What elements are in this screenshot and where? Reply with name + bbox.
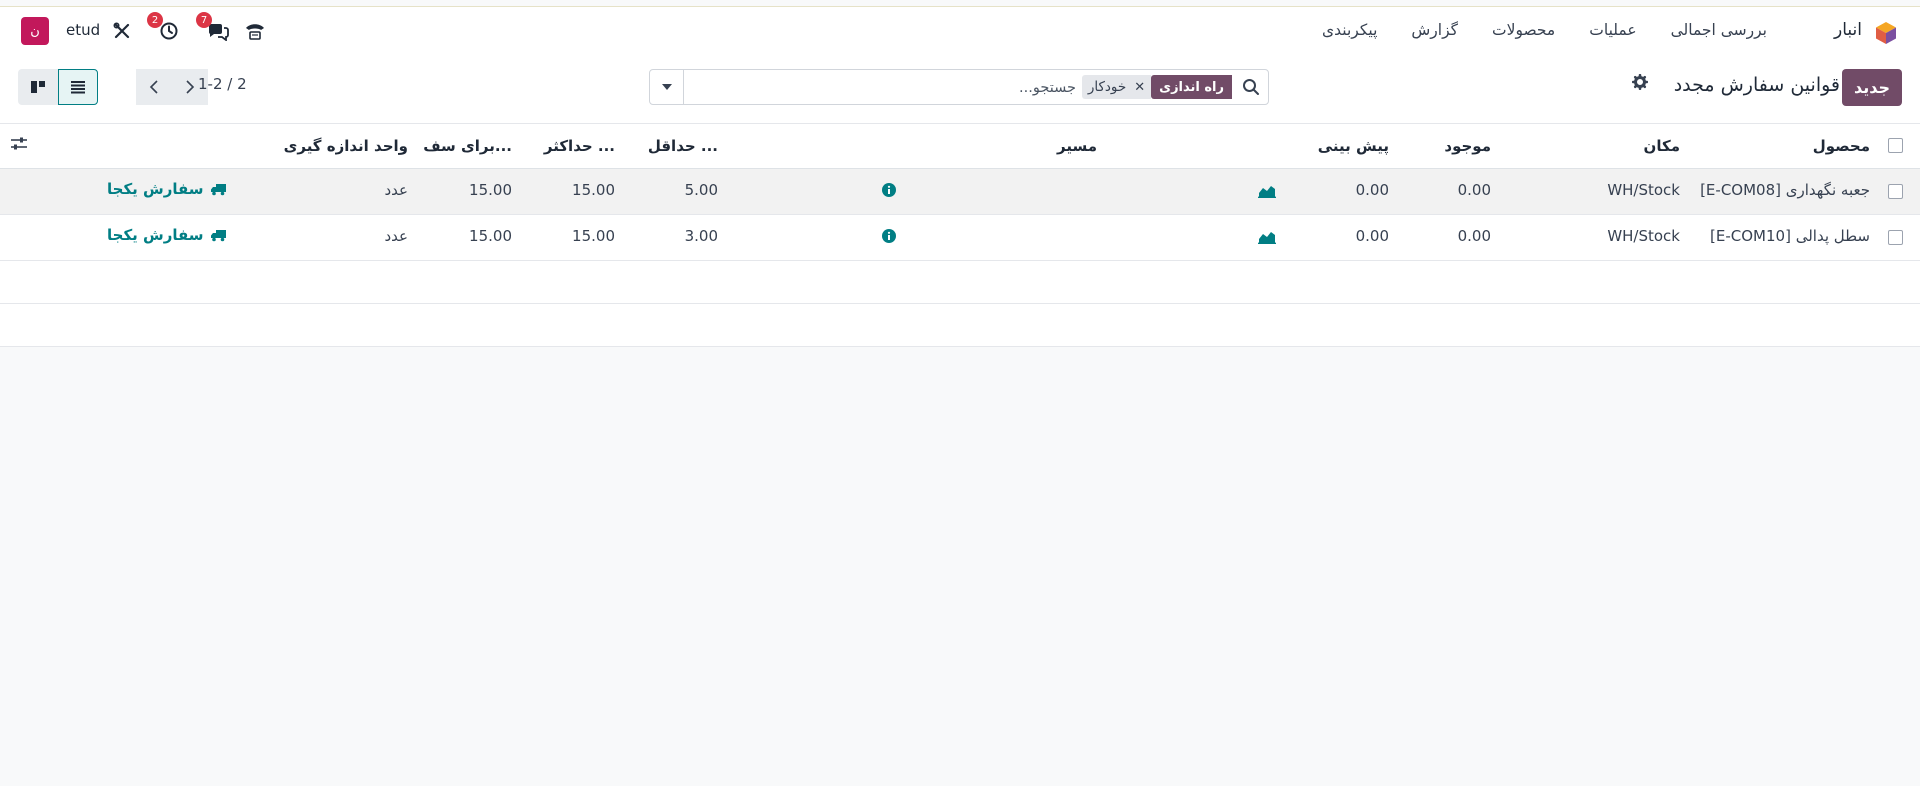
list-view-button[interactable] [58, 69, 98, 105]
phone-icon[interactable] [244, 20, 266, 42]
table-row[interactable]: [E-COM08] جعبه نگهداری WH/Stock 0.00 0.0… [0, 169, 1920, 215]
debug-tools-icon[interactable] [111, 20, 133, 42]
column-on-hand[interactable]: موجود [1444, 137, 1491, 155]
cell-location[interactable]: WH/Stock [1607, 227, 1680, 245]
chevron-right-icon [186, 80, 195, 94]
forecast-chart-icon[interactable] [1258, 184, 1276, 198]
menu-item-overview[interactable]: بررسی اجمالی [1671, 21, 1767, 39]
truck-icon [210, 229, 226, 241]
menu-item-configuration[interactable]: پیکربندی [1322, 21, 1377, 39]
column-location[interactable]: مکان [1644, 137, 1680, 155]
activity-badge: 2 [147, 12, 163, 28]
cell-uom[interactable]: عدد [384, 181, 408, 199]
kanban-view-button[interactable] [18, 69, 58, 105]
order-once-label: سفارش یکجا [107, 226, 204, 244]
messages-badge: 7 [196, 12, 212, 28]
cell-location[interactable]: WH/Stock [1607, 181, 1680, 199]
caret-down-icon [661, 84, 672, 90]
truck-icon [210, 183, 226, 195]
activity-clock-icon[interactable]: 2 [147, 12, 180, 42]
cell-on-hand[interactable]: 0.00 [1458, 227, 1491, 245]
user-name[interactable]: etud [66, 21, 100, 39]
search-options-toggle[interactable] [650, 70, 684, 104]
reordering-rules-list: محصول مکان موجود پیش بینی مسیر حداقل ...… [0, 123, 1920, 347]
row-checkbox[interactable] [1888, 184, 1903, 199]
cell-multiple-qty[interactable]: 15.00 [469, 181, 512, 199]
cell-on-hand[interactable]: 0.00 [1458, 181, 1491, 199]
order-once-button[interactable]: سفارش یکجا [107, 180, 227, 198]
menu-item-reporting[interactable]: گزارش [1411, 21, 1458, 39]
new-button[interactable]: جدید [1841, 69, 1902, 106]
select-all-checkbox[interactable] [1888, 138, 1903, 153]
table-header: محصول مکان موجود پیش بینی مسیر حداقل ...… [0, 123, 1920, 169]
column-min-qty[interactable]: حداقل ... [648, 137, 718, 155]
pager-value[interactable]: 1-2 / 2 [198, 75, 247, 93]
cell-min-qty[interactable]: 3.00 [685, 227, 718, 245]
column-max-qty[interactable]: حداکثر ... [544, 137, 615, 155]
search-input[interactable] [694, 76, 1078, 100]
column-route[interactable]: مسیر [1057, 137, 1097, 155]
search-facet: راه اندازی خودکار ✕ [1081, 75, 1232, 99]
menu-item-products[interactable]: محصولات [1492, 21, 1555, 39]
navbar: انبار بررسی اجمالی عملیات محصولات گزارش … [0, 7, 1920, 57]
route-info-icon[interactable] [882, 229, 896, 243]
row-checkbox[interactable] [1888, 230, 1903, 245]
cell-product[interactable]: [E-COM10] سطل پدالی [1710, 227, 1870, 245]
table-row[interactable]: [E-COM10] سطل پدالی WH/Stock 0.00 0.00 3… [0, 215, 1920, 261]
facet-value: خودکار [1087, 79, 1127, 95]
empty-row [0, 304, 1920, 347]
pager-previous-button[interactable] [136, 69, 172, 105]
app-title[interactable]: انبار [1834, 20, 1862, 40]
column-forecast[interactable]: پیش بینی [1318, 137, 1389, 155]
facet-label: راه اندازی [1151, 75, 1232, 99]
page-title[interactable]: قوانین سفارش مجدد [1674, 74, 1840, 96]
main-menu: بررسی اجمالی عملیات محصولات گزارش پیکربن… [1322, 21, 1767, 39]
cell-uom[interactable]: عدد [384, 227, 408, 245]
search-icon[interactable] [1242, 78, 1260, 96]
facet-value-box: خودکار ✕ [1081, 75, 1152, 99]
cell-product[interactable]: [E-COM08] جعبه نگهداری [1700, 181, 1870, 199]
control-panel: جدید قوانین سفارش مجدد راه اندازی خودکار… [0, 57, 1920, 123]
cell-forecast[interactable]: 0.00 [1356, 181, 1389, 199]
column-uom[interactable]: واحد اندازه گیری [284, 137, 408, 155]
optional-columns-icon[interactable] [10, 136, 28, 152]
forecast-chart-icon[interactable] [1258, 230, 1276, 244]
gear-icon[interactable] [1631, 73, 1649, 95]
cell-forecast[interactable]: 0.00 [1356, 227, 1389, 245]
column-multiple-qty[interactable]: برای سف... [423, 137, 512, 155]
inventory-cube-icon[interactable] [1874, 21, 1898, 45]
route-info-icon[interactable] [882, 183, 896, 197]
user-avatar[interactable]: ن [21, 17, 49, 45]
empty-row [0, 261, 1920, 304]
cell-max-qty[interactable]: 15.00 [572, 181, 615, 199]
search-bar: راه اندازی خودکار ✕ [649, 69, 1269, 105]
menu-item-operations[interactable]: عملیات [1589, 21, 1636, 39]
cell-min-qty[interactable]: 5.00 [685, 181, 718, 199]
column-product[interactable]: محصول [1813, 137, 1870, 155]
messages-chat-icon[interactable]: 7 [196, 12, 229, 42]
order-once-label: سفارش یکجا [107, 180, 204, 198]
cell-multiple-qty[interactable]: 15.00 [469, 227, 512, 245]
facet-remove-icon[interactable]: ✕ [1134, 80, 1145, 95]
chevron-left-icon [149, 80, 158, 94]
list-view-icon [71, 81, 85, 94]
kanban-view-icon [31, 81, 45, 93]
order-once-button[interactable]: سفارش یکجا [107, 226, 227, 244]
cell-max-qty[interactable]: 15.00 [572, 227, 615, 245]
